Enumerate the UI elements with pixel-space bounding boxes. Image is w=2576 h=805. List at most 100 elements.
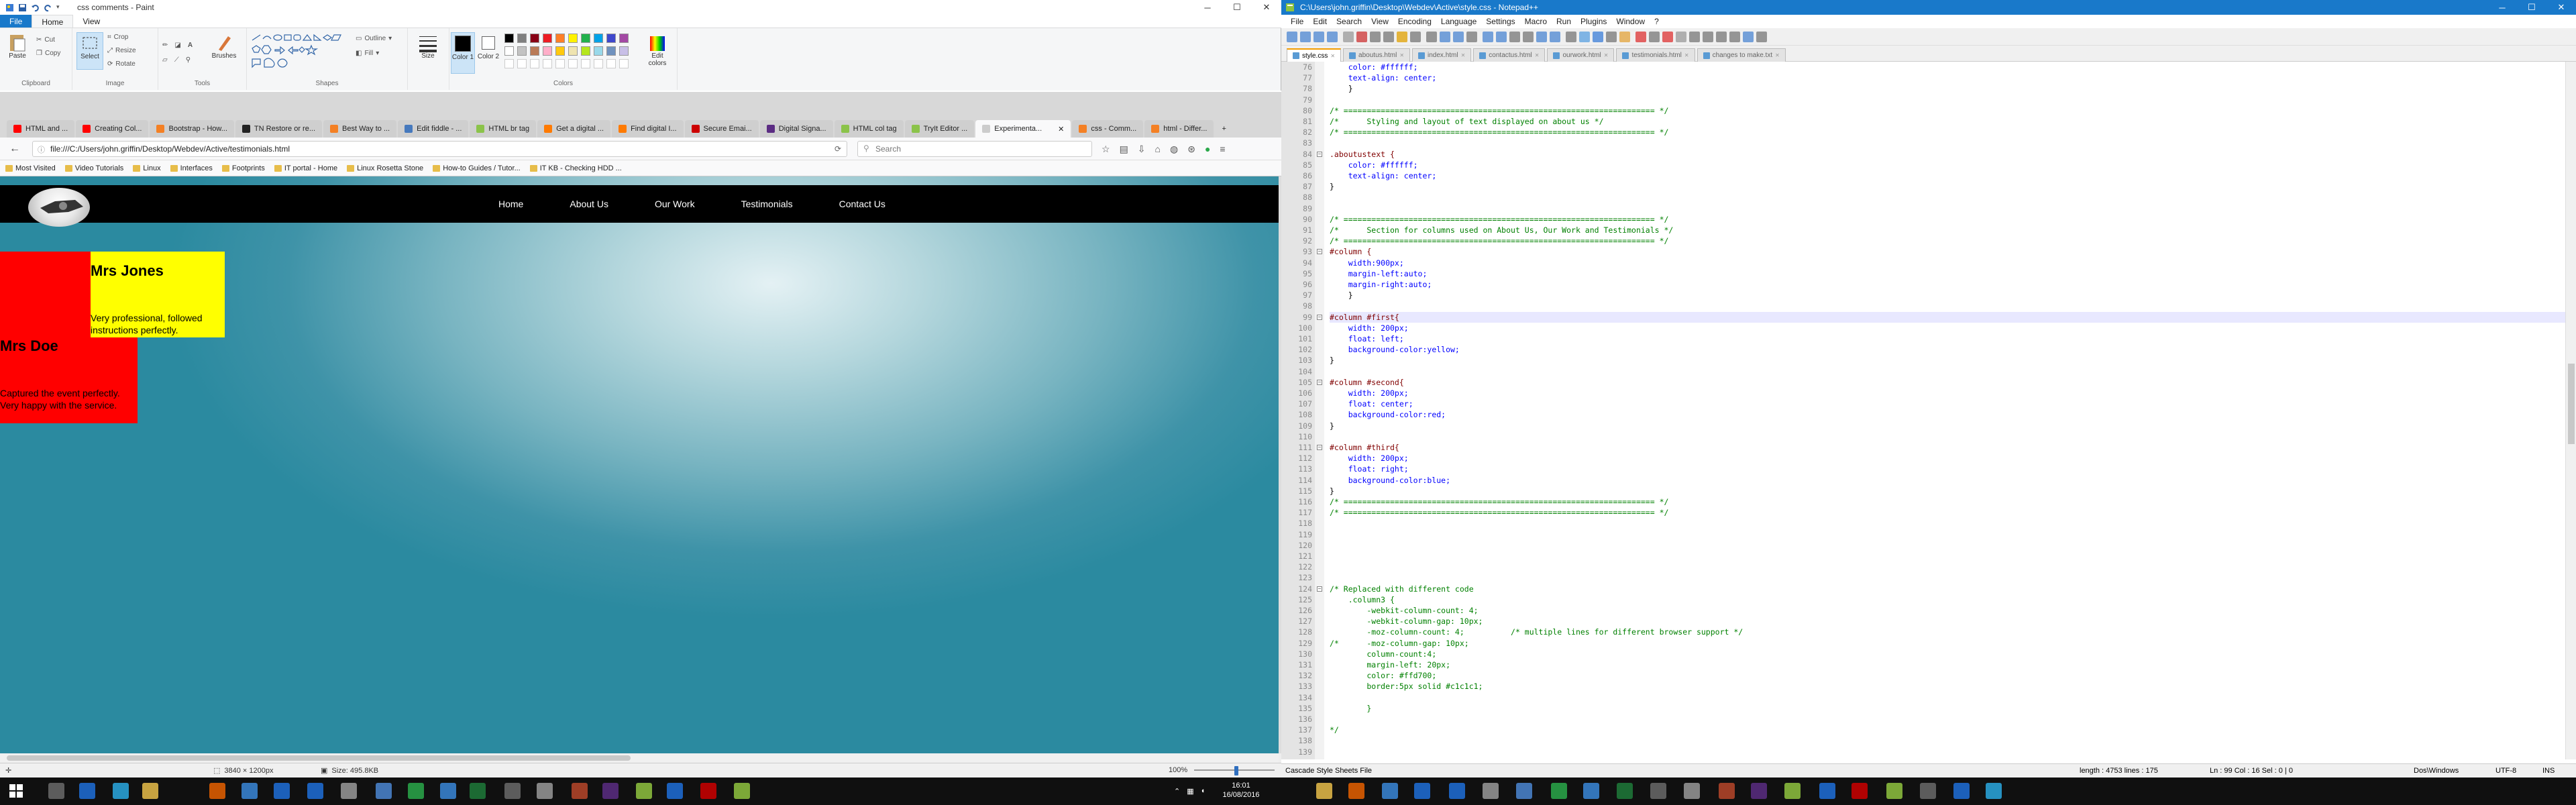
fold-toggle-icon[interactable]: − (1317, 445, 1322, 450)
taskbar-app-icon[interactable] (1886, 783, 1902, 799)
cut-button[interactable]: ✂ Cut (36, 36, 55, 44)
taskbar-app-icon[interactable] (572, 783, 588, 799)
tab-close-icon[interactable]: ✕ (1058, 125, 1064, 133)
nav-home[interactable]: Home (498, 199, 548, 209)
toolbar-button-icon[interactable] (1466, 31, 1477, 42)
toolbar-button-icon[interactable] (1579, 31, 1590, 42)
taskbar-app-icon[interactable] (1920, 783, 1936, 799)
taskbar-app-icon[interactable] (408, 783, 424, 799)
palette-swatch[interactable] (606, 46, 616, 56)
taskbar-app-icon[interactable] (1851, 783, 1868, 799)
empty-palette-swatch[interactable] (619, 59, 629, 68)
toolbar-button-icon[interactable] (1483, 31, 1493, 42)
taskbar-app-icon[interactable] (440, 783, 456, 799)
redo-icon[interactable] (44, 3, 52, 12)
palette-swatch[interactable] (568, 34, 578, 43)
palette-swatch[interactable] (530, 34, 539, 43)
nav-testimonials[interactable]: Testimonials (741, 199, 818, 209)
new-tab-button[interactable]: + (1215, 120, 1232, 138)
npp-menu-item[interactable]: Window (1616, 17, 1645, 26)
fold-margin[interactable]: − − − − − − (1315, 62, 1324, 759)
bookmark-item[interactable]: How-to Guides / Tutor... (433, 164, 521, 172)
palette-swatch[interactable] (568, 46, 578, 56)
browser-tab[interactable]: TN Restore or re... (235, 120, 322, 138)
bookmark-item[interactable]: Footprints (221, 164, 265, 172)
taskbar-app-icon[interactable] (1414, 783, 1430, 799)
fold-toggle-icon[interactable]: − (1317, 314, 1322, 320)
reload-icon[interactable]: ⟳ (835, 144, 841, 154)
nav-contact-us[interactable]: Contact Us (839, 199, 910, 209)
shapes-gallery-icon[interactable] (251, 34, 352, 71)
taskbar-app-icon[interactable] (1516, 783, 1532, 799)
toolbar-button-icon[interactable] (1287, 31, 1297, 42)
close-button[interactable]: ✕ (1252, 0, 1281, 15)
tab-view[interactable]: View (73, 15, 109, 28)
maximize-button[interactable]: ☐ (1222, 0, 1252, 15)
taskbar-app-icon[interactable] (1583, 783, 1599, 799)
color1-button[interactable]: Color 1 (451, 32, 475, 74)
tab-close-icon[interactable]: ✕ (1604, 52, 1609, 58)
toolbar-button-icon[interactable] (1729, 31, 1740, 42)
bookmark-item[interactable]: Most Visited (5, 164, 56, 172)
code-editor[interactable]: 76 77 78 79 80 81 82 83 84 85 86 87 88 89 90 91 92 93 94 95… (1281, 62, 2576, 759)
taskbar-app-icon[interactable] (1751, 783, 1767, 799)
toolbar-button-icon[interactable] (1523, 31, 1534, 42)
palette-swatch[interactable] (504, 34, 514, 43)
palette-swatch[interactable] (543, 46, 552, 56)
toolbar-button-icon[interactable] (1756, 31, 1767, 42)
browser-tab[interactable]: Best Way to ... (323, 120, 397, 138)
brushes-button[interactable]: Brushes (209, 32, 239, 60)
toolbar-button-icon[interactable] (1703, 31, 1713, 42)
taskbar-app-icon[interactable] (1382, 783, 1398, 799)
toolbar-button-icon[interactable] (1509, 31, 1520, 42)
toolbar-button-icon[interactable] (1606, 31, 1617, 42)
taskbar-app-icon[interactable] (1483, 783, 1499, 799)
select-button[interactable]: Select (76, 32, 103, 70)
palette-swatch[interactable] (530, 46, 539, 56)
empty-palette-swatch[interactable] (517, 59, 527, 68)
taskbar-app-icon[interactable] (504, 783, 521, 799)
home-icon[interactable]: ⌂ (1155, 144, 1161, 155)
fill-icon[interactable]: ◪ (174, 42, 180, 49)
bookmark-item[interactable]: IT portal - Home (274, 164, 337, 172)
minimize-button[interactable]: ─ (1193, 0, 1222, 15)
taskbar-app-icon[interactable] (1819, 783, 1835, 799)
save-icon[interactable] (18, 3, 27, 12)
taskbar-app-icon[interactable] (1348, 783, 1364, 799)
taskbar-app-icon[interactable] (1617, 783, 1633, 799)
browser-tab[interactable]: css - Comm... (1072, 120, 1144, 138)
npp-file-tab[interactable]: index.html ✕ (1412, 48, 1472, 62)
toolbar-button-icon[interactable] (1689, 31, 1700, 42)
palette-swatch[interactable] (504, 46, 514, 56)
toolbar-button-icon[interactable] (1676, 31, 1686, 42)
empty-palette-swatch[interactable] (504, 59, 514, 68)
palette-swatch[interactable] (543, 34, 552, 43)
reading-list-icon[interactable]: ▤ (1120, 144, 1128, 155)
chevron-up-icon[interactable]: ⌃ (1174, 787, 1180, 796)
taskbar-app-icon[interactable] (636, 783, 652, 799)
npp-file-tab[interactable]: testimonials.html ✕ (1616, 48, 1695, 62)
taskbar-app-icon[interactable] (1316, 783, 1332, 799)
toolbar-button-icon[interactable] (1536, 31, 1547, 42)
taskbar-app-icon[interactable] (700, 783, 716, 799)
browser-tab[interactable]: Digital Signa... (759, 120, 833, 138)
npp-menu-item[interactable]: Run (1556, 17, 1571, 26)
palette-swatch[interactable] (594, 46, 603, 56)
npp-menu-item[interactable]: ? (1654, 17, 1659, 26)
toolbar-button-icon[interactable] (1716, 31, 1727, 42)
palette-swatch[interactable] (555, 34, 565, 43)
taskbar-app-icon[interactable] (48, 783, 64, 799)
empty-palette-swatch[interactable] (543, 59, 552, 68)
palette-swatch[interactable] (619, 34, 629, 43)
browser-tab[interactable]: TryIt Editor ... (904, 120, 975, 138)
palette-swatch[interactable] (606, 34, 616, 43)
npp-menu-item[interactable]: Settings (1486, 17, 1515, 26)
npp-file-tab[interactable]: style.css ✕ (1287, 48, 1342, 62)
fill-dropdown[interactable]: ◧ Fill ▾ (356, 50, 379, 57)
browser-tab[interactable]: HTML br tag (470, 120, 537, 138)
rotate-button[interactable]: ⟳ Rotate (107, 60, 136, 68)
fold-toggle-icon[interactable]: − (1317, 249, 1322, 255)
toolbar-button-icon[interactable] (1566, 31, 1576, 42)
volume-icon[interactable]: ◖ (1201, 787, 1205, 796)
palette-swatch[interactable] (581, 34, 590, 43)
